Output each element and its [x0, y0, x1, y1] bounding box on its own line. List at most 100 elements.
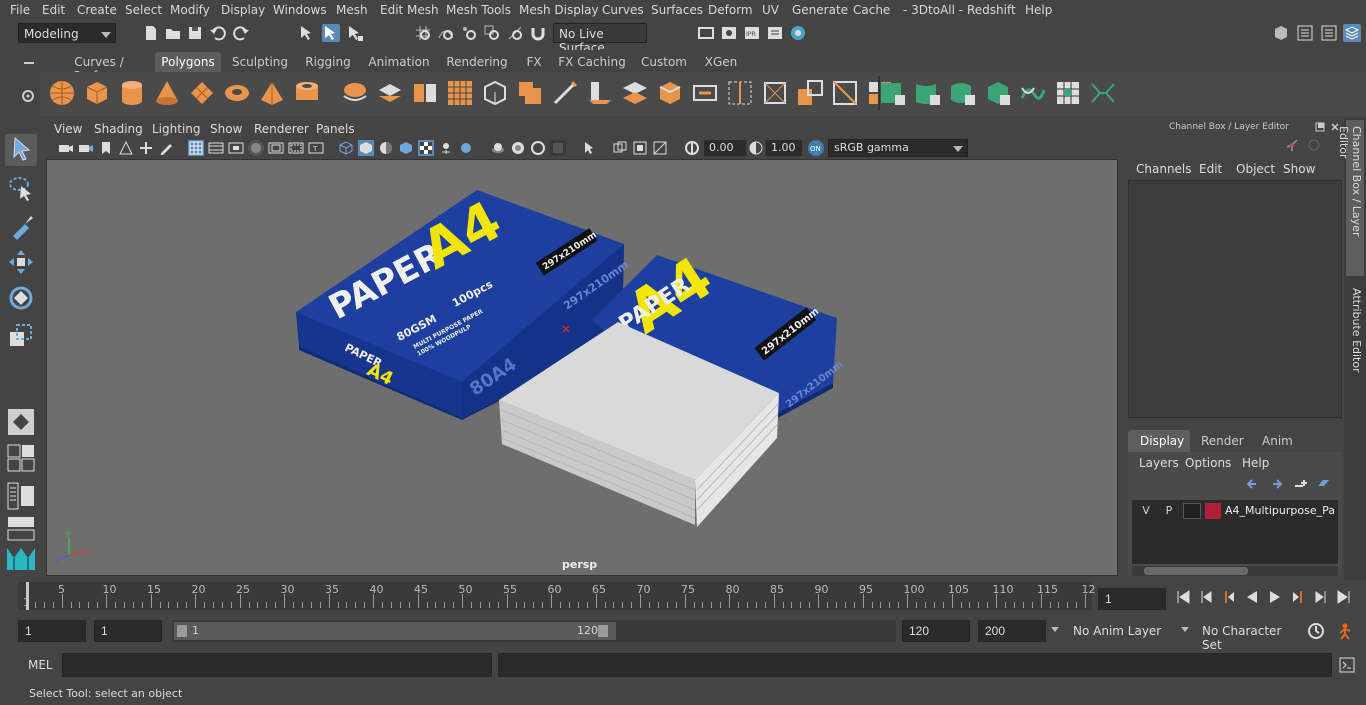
poly-cone-icon[interactable] — [152, 78, 182, 108]
shelf-tab-custom[interactable]: Custom — [635, 52, 693, 72]
redo-icon[interactable] — [232, 24, 250, 42]
depth-of-field-icon[interactable] — [530, 140, 546, 156]
outliner-layout-icon[interactable] — [5, 480, 37, 512]
menu-create[interactable]: Create — [77, 3, 117, 17]
bookmark-icon[interactable] — [98, 140, 114, 156]
undo-icon[interactable] — [209, 24, 227, 42]
menu-select[interactable]: Select — [125, 3, 162, 17]
render-settings-icon[interactable] — [766, 24, 784, 42]
shelf-tab-sculpting[interactable]: Sculpting — [227, 52, 293, 72]
menu-modify[interactable]: Modify — [170, 3, 210, 17]
extract-icon[interactable] — [375, 78, 405, 108]
snap-grid-icon[interactable] — [414, 24, 432, 42]
new-layer-icon[interactable] — [1293, 478, 1307, 490]
playback-start-field[interactable] — [94, 620, 162, 642]
render-view-icon[interactable] — [697, 24, 715, 42]
multi-cut-icon[interactable] — [550, 78, 580, 108]
snap-magnet-icon[interactable] — [529, 24, 547, 42]
shelf-tab-polygons[interactable]: Polygons — [155, 52, 221, 72]
move-tool-icon[interactable] — [5, 246, 37, 278]
start-time-field[interactable] — [18, 620, 86, 642]
layer-name[interactable]: A4_Multipurpose_Paper — [1225, 504, 1335, 517]
new-scene-icon[interactable] — [142, 24, 160, 42]
shelf-tab-fx[interactable]: FX — [518, 52, 550, 72]
grid-toggle-icon[interactable] — [188, 140, 204, 156]
menu-mesh-tools[interactable]: Mesh Tools — [446, 3, 511, 17]
smooth-icon[interactable] — [445, 78, 475, 108]
toggle-attribute-editor-icon[interactable] — [1296, 24, 1314, 42]
scale-tool-icon[interactable] — [5, 320, 37, 352]
xray-joints-icon[interactable] — [612, 140, 628, 156]
channel-list[interactable] — [1128, 180, 1342, 418]
menu-mesh-display[interactable]: Mesh Display — [519, 3, 599, 17]
field-chart-icon[interactable] — [268, 140, 284, 156]
shelf-tab-fx-caching[interactable]: FX Caching — [556, 52, 628, 72]
hypershade-icon[interactable] — [789, 24, 807, 42]
playback-end-field[interactable] — [902, 620, 970, 642]
anim-layer-chevron-down-icon[interactable] — [1050, 626, 1060, 634]
channel-object-menu[interactable]: Object — [1236, 162, 1275, 176]
exposure-field[interactable]: 0.00 — [704, 140, 746, 156]
layers-menu[interactable]: Layers — [1139, 456, 1179, 470]
menu-mesh[interactable]: Mesh — [336, 3, 368, 17]
character-set-dropdown[interactable]: No Character Set — [1195, 620, 1301, 652]
toggle-channel-box-icon[interactable] — [1343, 24, 1361, 42]
viewport-menu-lighting[interactable]: Lighting — [152, 122, 201, 136]
default-material-icon[interactable] — [378, 140, 394, 156]
current-frame-field[interactable] — [1098, 588, 1166, 610]
side-tab-attribute-editor[interactable]: Attribute Editor — [1346, 282, 1364, 382]
menu-3dtoall[interactable]: - 3DtoAll - — [903, 3, 963, 17]
go-to-end-icon[interactable] — [1336, 589, 1352, 605]
connect-tool-icon[interactable] — [830, 78, 860, 108]
gamma-icon[interactable] — [748, 140, 764, 156]
paint-select-tool-icon[interactable] — [5, 210, 37, 242]
go-to-start-icon[interactable] — [1175, 589, 1191, 605]
shelf-tab-rigging[interactable]: Rigging — [298, 52, 358, 72]
menu-deform[interactable]: Deform — [708, 3, 753, 17]
snap-curve-icon[interactable] — [437, 24, 455, 42]
viewport-menu-renderer[interactable]: Renderer — [254, 122, 309, 136]
range-slider-bar[interactable] — [174, 622, 616, 640]
layer-reference-toggle[interactable] — [1183, 503, 1201, 519]
screen-space-ao-icon[interactable] — [458, 140, 474, 156]
workspace-icon[interactable] — [1272, 24, 1290, 42]
safe-title-icon[interactable]: T — [308, 140, 324, 156]
select-tool-icon[interactable] — [5, 134, 37, 166]
viewport-menu-shading[interactable]: Shading — [94, 122, 143, 136]
select-hierarchy-icon[interactable] — [298, 24, 316, 42]
combine-icon[interactable] — [340, 78, 370, 108]
script-editor-icon[interactable] — [1339, 657, 1355, 673]
move-layer-down-icon[interactable] — [1269, 478, 1283, 490]
save-scene-icon[interactable] — [186, 24, 204, 42]
gate-mask-icon[interactable] — [248, 140, 264, 156]
bridge-icon[interactable] — [620, 78, 650, 108]
command-input[interactable] — [62, 653, 492, 677]
menuset-dropdown[interactable]: Modeling — [18, 23, 116, 43]
menu-cache[interactable]: Cache — [853, 3, 890, 17]
channels-menu[interactable]: Channels — [1136, 162, 1192, 176]
channel-show-menu[interactable]: Show — [1283, 162, 1315, 176]
rotate-tool-icon[interactable] — [5, 282, 37, 314]
smooth-shade-icon[interactable] — [358, 140, 374, 156]
fill-hole-icon[interactable] — [690, 78, 720, 108]
select-component-icon[interactable] — [346, 24, 364, 42]
auto-key-icon[interactable] — [1307, 622, 1325, 640]
snap-view-plane-icon[interactable] — [483, 24, 501, 42]
time-slider[interactable]: 1510152025303540455055606570758085909510… — [18, 582, 1096, 610]
toggle-tool-settings-icon[interactable] — [1320, 24, 1338, 42]
command-language-label[interactable]: MEL — [28, 658, 53, 672]
range-end-handle[interactable] — [598, 625, 608, 637]
end-time-field[interactable] — [978, 620, 1046, 642]
menu-redshift[interactable]: Redshift — [967, 3, 1016, 17]
viewport-menu-panels[interactable]: Panels — [316, 122, 355, 136]
render-frame-icon[interactable] — [720, 24, 738, 42]
open-scene-icon[interactable] — [164, 24, 182, 42]
layer-row[interactable]: V P A4_Multipurpose_Paper — [1132, 502, 1338, 520]
grease-pencil-icon[interactable] — [158, 140, 174, 156]
menu-display[interactable]: Display — [221, 3, 265, 17]
uv-planar-icon[interactable] — [878, 78, 908, 108]
layer-options-menu[interactable]: Options — [1185, 456, 1231, 470]
menu-surfaces[interactable]: Surfaces — [651, 3, 703, 17]
layer-tab-render[interactable]: Render — [1201, 434, 1244, 448]
exposure-icon[interactable] — [684, 140, 700, 156]
